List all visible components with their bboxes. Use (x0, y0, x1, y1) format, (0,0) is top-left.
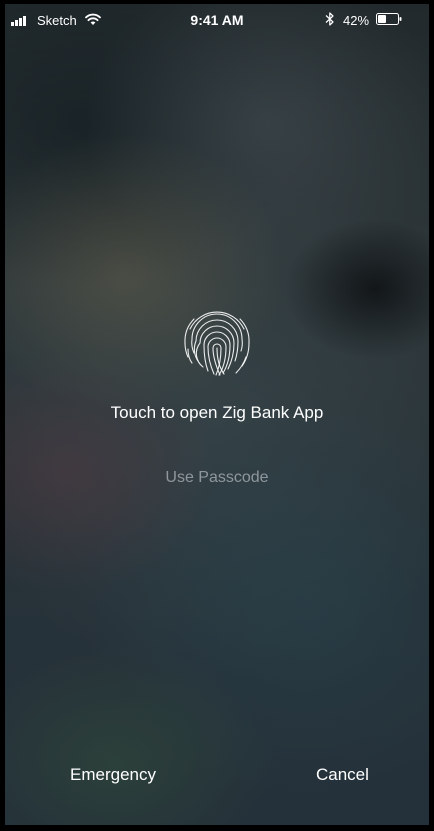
fingerprint-icon[interactable] (176, 299, 258, 381)
bluetooth-icon (325, 12, 334, 26)
touch-id-prompt-group: Touch to open Zig Bank App Use Passcode (5, 299, 429, 487)
cancel-button[interactable]: Cancel (316, 765, 369, 785)
touch-id-screen: Sketch 9:41 AM 42% Touch to open Zig Ban… (5, 4, 429, 825)
touch-id-prompt-text: Touch to open Zig Bank App (110, 403, 324, 422)
battery-percentage: 42% (343, 13, 370, 28)
use-passcode-button[interactable]: Use Passcode (5, 469, 429, 487)
emergency-button[interactable]: Emergency (70, 765, 156, 785)
battery-icon (376, 13, 402, 25)
phone-frame: Sketch 9:41 AM 42% Touch to open Zig Ban… (0, 0, 434, 831)
status-bar: Sketch 9:41 AM 42% (5, 4, 429, 34)
